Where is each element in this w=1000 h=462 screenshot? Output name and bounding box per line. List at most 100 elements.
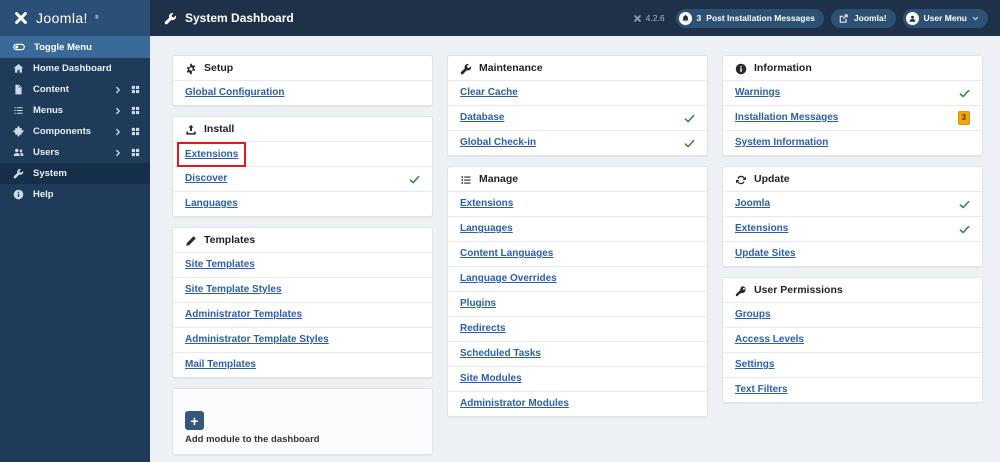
joomla-logo: Joomla! ® (0, 0, 150, 36)
card-header: Information (723, 56, 982, 80)
add-module-label: Add module to the dashboard (185, 434, 320, 445)
toggle-menu-button[interactable]: Toggle Menu (0, 36, 150, 58)
dashboard-link-row: Administrator Modules (448, 391, 707, 416)
sidebar-item-help[interactable]: Help (0, 184, 150, 205)
row-status (684, 113, 695, 124)
grid-icon[interactable] (131, 85, 140, 94)
link-maintenance-clear-cache[interactable]: Clear Cache (460, 87, 518, 99)
card-header: Install (173, 117, 432, 141)
card-header: Templates (173, 228, 432, 252)
chevron-right-icon (114, 86, 122, 94)
link-user-permissions-access-levels[interactable]: Access Levels (735, 334, 804, 346)
puzzle-icon (13, 126, 24, 137)
link-manage-redirects[interactable]: Redirects (460, 323, 506, 335)
wrench-icon (460, 63, 472, 75)
link-manage-site-modules[interactable]: Site Modules (460, 373, 522, 385)
check-icon (684, 138, 695, 149)
dashboard-link-row: Mail Templates (173, 352, 432, 377)
row-status (684, 138, 695, 149)
card-title: Information (754, 62, 812, 74)
card-title: Setup (204, 62, 234, 74)
sidebar-item-components[interactable]: Components (0, 121, 150, 142)
add-module-plus-button[interactable]: + (185, 411, 204, 430)
link-user-permissions-text-filters[interactable]: Text Filters (735, 384, 788, 396)
link-information-warnings[interactable]: Warnings (735, 87, 780, 99)
dashboard-link-row: Extensions (723, 216, 982, 241)
row-status: 3 (957, 111, 970, 125)
sidebar-item-content[interactable]: Content (0, 79, 150, 100)
link-user-permissions-settings[interactable]: Settings (735, 359, 774, 371)
link-templates-site-template-styles[interactable]: Site Template Styles (185, 284, 282, 296)
link-manage-administrator-modules[interactable]: Administrator Modules (460, 398, 569, 410)
link-setup-global-configuration[interactable]: Global Configuration (185, 87, 284, 99)
dashboard-link-row: Access Levels (723, 327, 982, 352)
sidebar-item-system[interactable]: System (0, 163, 150, 184)
link-user-permissions-groups[interactable]: Groups (735, 309, 771, 321)
chevron-right-icon (114, 128, 122, 136)
dashboard-link-row: Administrator Template Styles (173, 327, 432, 352)
row-status (409, 174, 420, 185)
link-templates-administrator-templates[interactable]: Administrator Templates (185, 309, 302, 321)
click-annotation-box: Extensions (177, 141, 247, 167)
link-manage-language-overrides[interactable]: Language Overrides (460, 273, 557, 285)
link-manage-scheduled-tasks[interactable]: Scheduled Tasks (460, 348, 541, 360)
card-manage: Manage Extensions Languages Content Languag… (447, 166, 708, 417)
link-maintenance-global-check-in[interactable]: Global Check-in (460, 137, 536, 149)
sidebar-menu: Home Dashboard Content Menus Components User… (0, 58, 150, 205)
link-update-update-sites[interactable]: Update Sites (735, 248, 796, 260)
dashboard-link-row: Scheduled Tasks (448, 341, 707, 366)
link-templates-administrator-template-styles[interactable]: Administrator Template Styles (185, 334, 329, 346)
sidebar-item-menus[interactable]: Menus (0, 100, 150, 121)
card-install: Install Extensions Discover Languages (172, 116, 433, 217)
dashboard-link-row: Update Sites (723, 241, 982, 266)
sidebar-item-home-dashboard[interactable]: Home Dashboard (0, 58, 150, 79)
dashboard-link-row: Redirects (448, 316, 707, 341)
topbar: System Dashboard 4.2.6 3 Post Installati… (150, 0, 1000, 36)
link-templates-mail-templates[interactable]: Mail Templates (185, 359, 256, 371)
sidebar-item-users[interactable]: Users (0, 142, 150, 163)
link-install-languages[interactable]: Languages (185, 198, 238, 210)
link-manage-extensions[interactable]: Extensions (460, 198, 513, 210)
card-title: Manage (479, 173, 519, 185)
link-manage-languages[interactable]: Languages (460, 223, 513, 235)
link-templates-site-templates[interactable]: Site Templates (185, 259, 255, 271)
link-manage-plugins[interactable]: Plugins (460, 298, 496, 310)
link-maintenance-database[interactable]: Database (460, 112, 504, 124)
version-number: 4.2.6 (645, 13, 665, 23)
card-header: User Permissions (723, 278, 982, 302)
sidebar-item-label: Home Dashboard (33, 63, 112, 74)
card-header: Manage (448, 167, 707, 191)
user-menu-button[interactable]: User Menu (902, 8, 988, 28)
joomla-button-label: Joomla! (853, 13, 887, 23)
dashboard-link-row: Installation Messages 3 (723, 105, 982, 130)
add-module-panel[interactable]: + Add module to the dashboard (172, 388, 433, 455)
link-update-joomla[interactable]: Joomla (735, 198, 770, 210)
card-information: Information Warnings Installation Messages… (722, 55, 983, 156)
grid-icon[interactable] (131, 127, 140, 136)
dashboard-link-row: Site Templates (173, 252, 432, 277)
page-title: System Dashboard (164, 11, 294, 25)
link-install-extensions[interactable]: Extensions (185, 149, 238, 160)
card-header: Setup (173, 56, 432, 80)
dashboard-link-row: Languages (448, 216, 707, 241)
link-update-extensions[interactable]: Extensions (735, 223, 788, 235)
link-information-system-information[interactable]: System Information (735, 137, 828, 149)
card-maintenance: Maintenance Clear Cache Database Global Che… (447, 55, 708, 156)
sidebar-item-label: Menus (33, 105, 64, 116)
rotate-icon (735, 174, 747, 186)
grid-icon[interactable] (131, 148, 140, 157)
link-install-discover[interactable]: Discover (185, 173, 227, 185)
link-information-installation-messages[interactable]: Installation Messages (735, 112, 838, 124)
card-setup: Setup Global Configuration (172, 55, 433, 106)
dashboard-column-2: Maintenance Clear Cache Database Global Che… (447, 55, 708, 417)
list-icon (460, 174, 472, 186)
external-link-icon (838, 13, 849, 24)
card-title: Templates (204, 234, 256, 246)
link-manage-content-languages[interactable]: Content Languages (460, 248, 553, 260)
topbar-actions: 4.2.6 3 Post Installation Messages Jooml… (633, 8, 988, 28)
post-installation-messages-button[interactable]: 3 Post Installation Messages (675, 8, 824, 28)
check-icon (959, 224, 970, 235)
user-menu-label: User Menu (923, 13, 967, 23)
joomla-site-button[interactable]: Joomla! (830, 8, 896, 28)
grid-icon[interactable] (131, 106, 140, 115)
